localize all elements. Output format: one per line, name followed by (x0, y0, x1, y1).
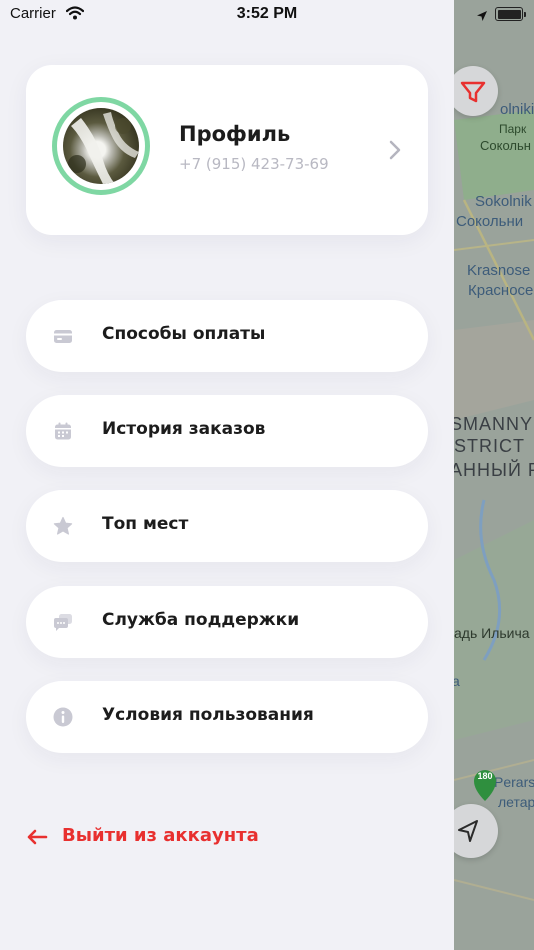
my-location-button[interactable] (454, 804, 498, 858)
info-icon (52, 706, 74, 728)
credit-card-icon (52, 325, 74, 347)
map-label: Красносе (468, 282, 534, 299)
filter-icon (460, 81, 486, 103)
map-filter-button[interactable] (454, 66, 498, 116)
menu-item-support[interactable]: Служба поддержки (26, 586, 428, 658)
menu-item-label: Способы оплаты (102, 324, 266, 344)
location-arrow-icon (476, 7, 488, 26)
star-icon (52, 515, 74, 537)
clock: 3:52 PM (236, 5, 298, 22)
arrow-left-icon (26, 829, 48, 849)
map-label: Сокольни (456, 213, 524, 230)
map-label: Сокольн (480, 138, 531, 153)
profile-card[interactable]: Профиль +7 (915) 423-73-69 (26, 65, 428, 235)
logout-button[interactable]: Выйти из аккаунта (26, 824, 326, 854)
menu-item-terms-of-use[interactable]: Условия пользования (26, 681, 428, 753)
menu-item-label: История заказов (102, 419, 266, 439)
map-label: адь Ильича (454, 625, 530, 641)
map-label: Парк (499, 122, 527, 136)
map-station-marker[interactable]: 180 (470, 768, 500, 802)
menu-item-payment-methods[interactable]: Способы оплаты (26, 300, 428, 372)
map-label: АННЫЙ Р (454, 460, 534, 480)
navigation-arrow-icon (458, 820, 478, 842)
chevron-right-icon (385, 139, 405, 165)
profile-name: Профиль (179, 122, 291, 146)
map-label: Krasnose (467, 262, 531, 279)
profile-phone: +7 (915) 423-73-69 (179, 155, 329, 173)
menu-item-top-places[interactable]: Топ мест (26, 490, 428, 562)
map-label: olniki (500, 101, 534, 118)
avatar-ring (52, 97, 150, 195)
menu-item-label: Топ мест (102, 514, 189, 534)
logout-label: Выйти из аккаунта (62, 825, 259, 846)
map-label: летар (498, 794, 534, 810)
menu-item-order-history[interactable]: История заказов (26, 395, 428, 467)
menu-item-label: Служба поддержки (102, 610, 300, 630)
map-label: а (454, 673, 460, 689)
map-label: Sokolnik (475, 193, 532, 210)
map-view[interactable]: olniki Парк Сокольн Sokolnik Сокольни Kr… (454, 0, 534, 950)
map-label: Perarska (494, 774, 534, 790)
calendar-icon (52, 420, 74, 442)
battery-icon (495, 7, 526, 21)
map-label: SMANNY (454, 414, 534, 434)
marker-badge: 180 (477, 771, 493, 781)
avatar (63, 108, 139, 184)
chat-icon (52, 611, 74, 633)
status-bar: Carrier 3:52 PM (0, 0, 534, 30)
side-drawer: Профиль +7 (915) 423-73-69 Способы оплат… (0, 0, 454, 950)
menu-item-label: Условия пользования (102, 705, 314, 725)
map-label: STRICT (454, 436, 525, 456)
